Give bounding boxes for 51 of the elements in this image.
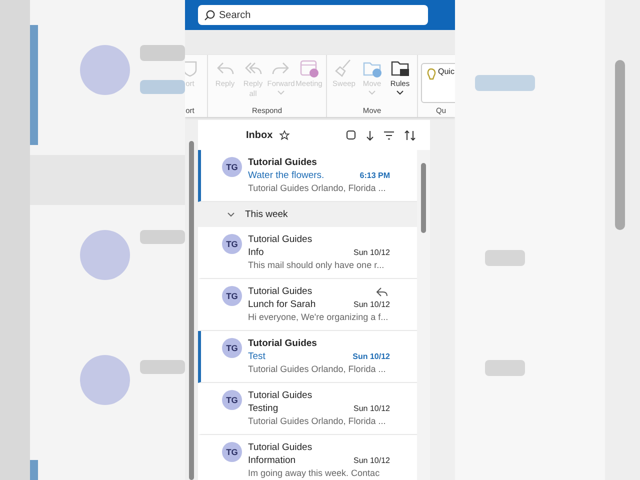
sender-name: Tutorial Guides <box>248 390 312 402</box>
mail-preview: Hi everyone, We're organizing a f... <box>248 311 390 324</box>
search-field[interactable]: Search <box>198 5 428 25</box>
avatar: TG <box>222 157 242 177</box>
arrow-down-icon[interactable] <box>366 130 374 140</box>
mail-preview: Tutorial Guides Orlando, Florida ... <box>248 182 387 194</box>
search-icon <box>204 10 215 21</box>
avatar: TG <box>222 390 242 410</box>
mail-item[interactable]: TG Tutorial Guides Lunch for Sarah Sun 10/12 Hi everyone, We're organizing a f... <box>198 279 417 331</box>
mail-subject: Water the flowers. <box>248 170 324 182</box>
mail-time: 6:13 PM <box>360 170 390 182</box>
mail-item[interactable]: TG Tutorial Guides Info Sun 10/12 This mail should only have one r... <box>198 227 417 279</box>
sender-name: Tutorial Guides <box>248 286 312 298</box>
filter-icon[interactable] <box>384 130 394 140</box>
caret-icon <box>368 90 376 95</box>
mail-item[interactable]: TG Tutorial Guides Water the flowers. 6:13 PM Tutorial Guides Orlando, Florida ... <box>198 150 417 202</box>
mail-time: Sun 10/12 <box>354 454 390 466</box>
sender-name: Tutorial Guides <box>248 157 317 170</box>
quick-steps-button[interactable]: Quic <box>421 63 455 103</box>
mail-item[interactable]: TG Tutorial Guides Information Sun 10/12 Im going away this week. Contac <box>198 435 417 480</box>
caret-icon <box>396 90 404 95</box>
meeting-icon <box>299 58 319 78</box>
sort-icon[interactable] <box>404 130 416 140</box>
mail-time: Sun 10/12 <box>354 402 390 414</box>
mail-item[interactable]: TG Tutorial Guides Testing Sun 10/12 Tutorial Guides Orlando, Florida ... <box>198 383 417 435</box>
sender-name: Tutorial Guides <box>248 338 317 350</box>
mail-subject: Information <box>248 454 296 467</box>
caret-icon <box>277 90 285 95</box>
mail-item[interactable]: TG Tutorial Guides Test Sun 10/12 Tutorial Guides Orlando, Florida ... <box>198 331 417 383</box>
scrollbar-thumb[interactable] <box>421 163 426 233</box>
mail-preview: Tutorial Guides Orlando, Florida ... <box>248 415 387 428</box>
avatar: TG <box>222 234 242 254</box>
avatar: TG <box>222 442 242 462</box>
star-icon[interactable] <box>278 130 290 140</box>
folder-title: Inbox <box>246 130 273 140</box>
sender-name: Tutorial Guides <box>248 234 312 246</box>
sender-name: Tutorial Guides <box>248 442 312 454</box>
mail-time: Sun 10/12 <box>354 298 390 310</box>
mail-time: Sun 10/12 <box>354 246 390 258</box>
mail-preview: Tutorial Guides Orlando, Florida ... <box>248 363 387 376</box>
mail-preview: Im going away this week. Contac <box>248 467 381 480</box>
mail-preview: This mail should only have one r... <box>248 259 386 272</box>
avatar: TG <box>222 338 242 358</box>
scrollbar-thumb[interactable] <box>189 141 194 480</box>
mail-time: Sun 10/12 <box>352 350 390 362</box>
mail-subject: Testing <box>248 402 278 415</box>
select-icon[interactable] <box>346 130 356 140</box>
mail-subject: Lunch for Sarah <box>248 298 316 311</box>
mail-subject: Info <box>248 246 264 259</box>
avatar: TG <box>222 286 242 306</box>
mail-subject: Test <box>248 350 266 363</box>
